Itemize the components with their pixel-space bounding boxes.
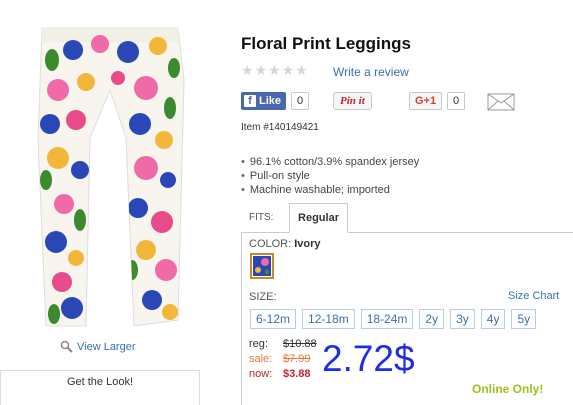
facebook-like-label: Like (259, 95, 282, 107)
star-icon: ★ (295, 62, 308, 78)
sale-price-label: sale: (249, 353, 273, 365)
now-price-row: now: $3.88 (249, 367, 317, 382)
size-option[interactable]: 5y (511, 309, 537, 329)
size-option[interactable]: 6-12m (250, 309, 297, 329)
product-image[interactable] (28, 20, 186, 340)
facebook-like-button[interactable]: f Like (241, 92, 287, 110)
google-plus-button[interactable]: G+1 (409, 92, 443, 110)
rating-stars[interactable]: ★ ★ ★ ★ ★ (241, 63, 308, 77)
feature-list: 96.1% cotton/3.9% spandex jersey Pull-on… (241, 155, 419, 197)
size-option[interactable]: 3y (450, 309, 475, 329)
online-only-badge: Online Only! (472, 382, 544, 396)
view-larger-label: View Larger (77, 340, 136, 353)
pinterest-pin-button[interactable]: Pin it (333, 92, 372, 110)
sale-price: $7.99 (283, 353, 311, 365)
magnifier-icon (60, 340, 73, 353)
color-label: COLOR: Ivory (249, 238, 321, 250)
size-option[interactable]: 4y (480, 309, 506, 329)
size-options: 6-12m 12-18m 18-24m 2y 3y 4y 5y (250, 309, 537, 329)
feature-item: Pull-on style (241, 169, 419, 183)
tab-regular-fit[interactable]: Regular (289, 203, 348, 233)
color-swatch-ivory[interactable] (250, 253, 274, 279)
view-larger-link[interactable]: View Larger (60, 340, 136, 353)
now-price-label: now: (249, 368, 273, 380)
facebook-like-count: 0 (291, 92, 310, 110)
selected-color: Ivory (294, 238, 321, 250)
color-label-text: COLOR: (249, 238, 292, 250)
write-review-link[interactable]: Write a review (333, 65, 409, 79)
size-option[interactable]: 18-24m (360, 309, 414, 329)
email-icon[interactable] (487, 93, 515, 111)
get-the-look-panel: Get the Look! (0, 370, 200, 405)
regular-price-row: reg: $10.88 (249, 337, 317, 352)
regular-price: $10.88 (283, 338, 317, 350)
now-price: $3.88 (283, 368, 311, 380)
size-option[interactable]: 12-18m (302, 309, 355, 329)
feature-item: Machine washable; imported (241, 183, 419, 197)
star-icon: ★ (281, 62, 295, 78)
converted-price: 2.72$ (322, 338, 415, 379)
size-label: SIZE: (249, 291, 277, 303)
star-icon: ★ (254, 62, 268, 78)
regular-price-label: reg: (249, 338, 268, 350)
get-the-look-label: Get the Look! (66, 376, 134, 388)
fits-label: FITS: (249, 212, 274, 223)
price-block: reg: $10.88 sale: $7.99 now: $3.88 (249, 337, 317, 382)
star-icon: ★ (241, 62, 254, 78)
facebook-like[interactable]: f Like 0 (241, 92, 310, 110)
feature-item: 96.1% cotton/3.9% spandex jersey (241, 155, 419, 169)
item-number: Item #140149421 (241, 122, 319, 133)
google-plus-count: 0 (447, 92, 466, 110)
sale-price-row: sale: $7.99 (249, 352, 317, 367)
size-chart-link[interactable]: Size Chart (508, 290, 559, 302)
facebook-icon: f (244, 95, 256, 107)
size-option[interactable]: 2y (419, 309, 445, 329)
google-plus[interactable]: G+1 0 (409, 92, 466, 110)
product-title: Floral Print Leggings (241, 34, 412, 53)
star-icon: ★ (268, 62, 281, 78)
swatch-image (253, 256, 271, 276)
